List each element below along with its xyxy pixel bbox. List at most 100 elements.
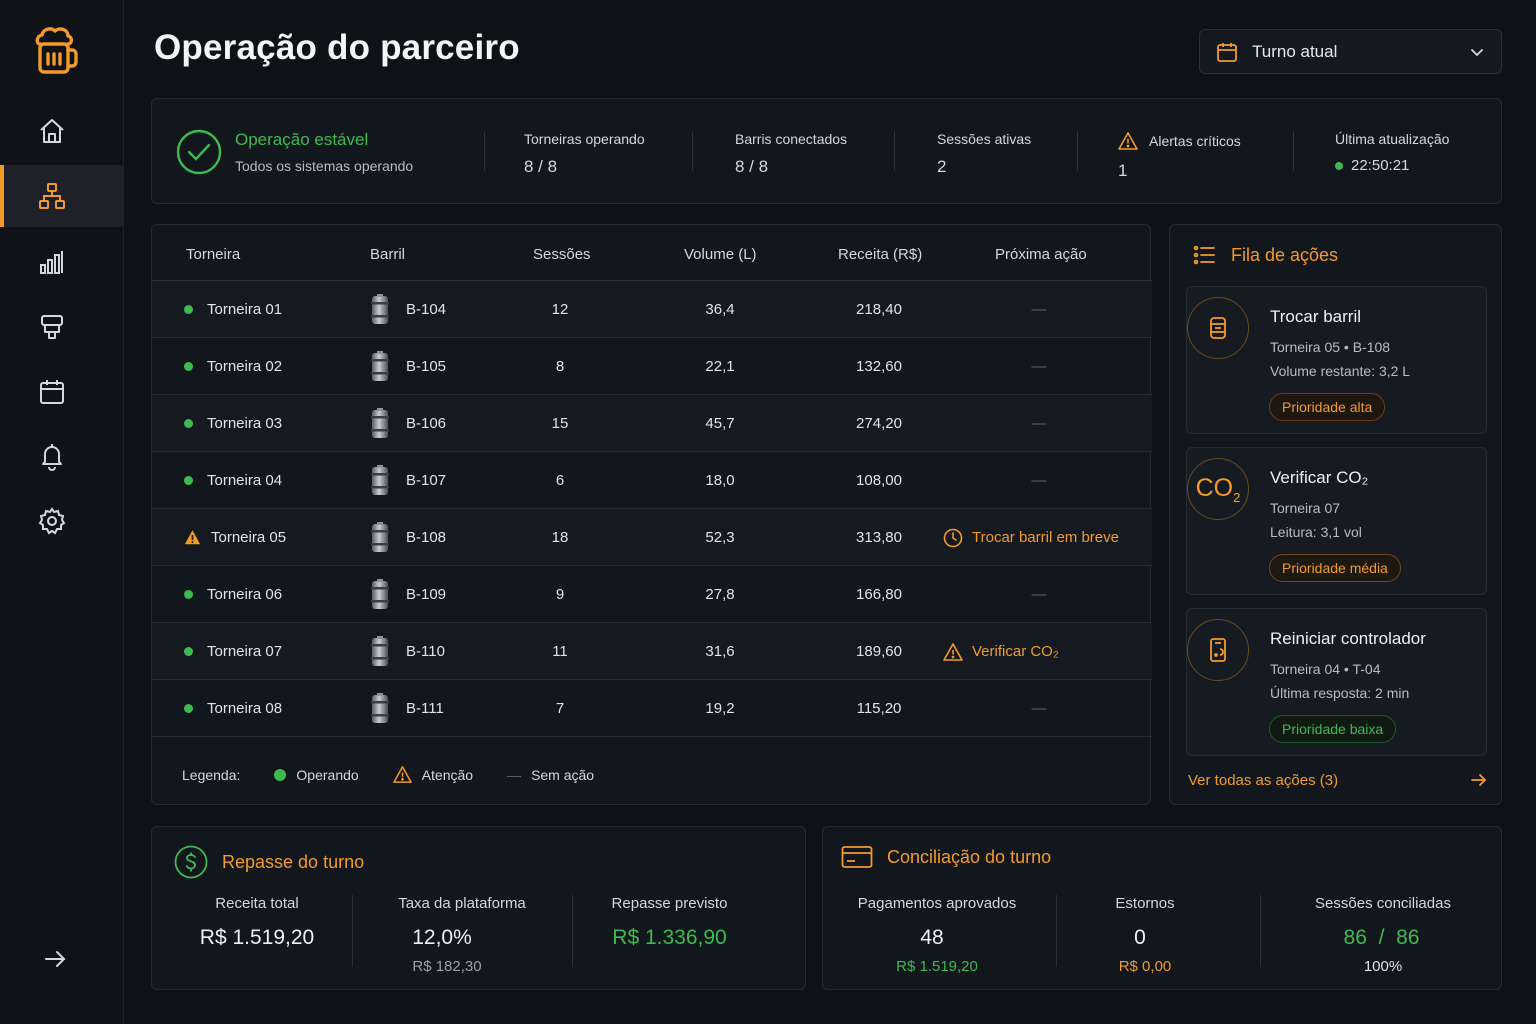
co2-icon-text: CO — [1195, 473, 1234, 502]
page-title: Operação do parceiro — [154, 28, 520, 67]
nav-home[interactable] — [0, 100, 124, 162]
divider — [1056, 895, 1057, 967]
metric-estornos: Estornos 0 R$ 0,00 — [1085, 895, 1205, 975]
stat-torneiras: Torneiras operando 8 / 8 — [524, 131, 645, 177]
metric-sub: 100% — [1363, 958, 1403, 975]
tap-name: Torneira 02 — [207, 358, 283, 375]
column-header[interactable]: Barril — [370, 246, 405, 263]
reconciliation-card: Conciliação do turno Pagamentos aprovado… — [822, 826, 1502, 990]
metric-sub: R$ 1.519,20 — [896, 958, 978, 975]
volume-cell: 19,2 — [705, 700, 735, 717]
legend-text: Operando — [296, 766, 359, 783]
status-bar: Operação estável Todos os sistemas opera… — [151, 98, 1502, 204]
list-icon — [1193, 245, 1215, 265]
nav-agenda[interactable] — [0, 361, 124, 423]
keg-icon — [1187, 297, 1249, 359]
table-row[interactable]: Torneira 04 B-107 6 18,0 108,00 — — [152, 452, 1152, 509]
next-action-cell[interactable]: Trocar barril em breve — [943, 509, 1119, 566]
queue-item-trocar-barril[interactable]: Trocar barril Torneira 05 • B-108 Volume… — [1186, 286, 1487, 434]
stat-alertas[interactable]: Alertas críticos 1 — [1118, 131, 1241, 181]
keg-icon — [371, 692, 389, 723]
table-row[interactable]: Torneira 07 B-110 11 31,6 189,60 Verificar CO… — [152, 623, 1152, 680]
sessions-cell: 11 — [552, 643, 568, 660]
volume-cell: 22,1 — [705, 358, 735, 375]
dollar-circle-icon — [174, 845, 208, 879]
queue-item-verificar-co2[interactable]: CO2 Verificar CO₂ Torneira 07 Leitura: 3… — [1186, 447, 1487, 595]
next-action-none: — — [1031, 358, 1047, 375]
column-header[interactable]: Torneira — [186, 246, 240, 263]
stat-label: Alertas críticos — [1149, 133, 1241, 149]
keg-icon — [371, 407, 389, 438]
revenue-cell: 108,00 — [856, 472, 902, 489]
status-dot-icon — [184, 590, 193, 599]
keg-icon — [371, 464, 389, 495]
clock-icon — [943, 528, 963, 547]
legend-text: Atenção — [421, 766, 474, 783]
revenue-cell: 189,60 — [856, 643, 902, 660]
sessions-cell: 8 — [555, 358, 565, 375]
revenue-cell: 218,40 — [856, 301, 902, 318]
queue-item-reiniciar-controlador[interactable]: Reiniciar controlador Torneira 04 • T-04… — [1186, 608, 1487, 756]
next-action-cell: — — [989, 452, 1089, 509]
nav-alertas[interactable] — [0, 425, 124, 487]
column-header[interactable]: Volume (L) — [684, 246, 757, 263]
nav-operacao[interactable] — [0, 165, 124, 227]
next-action-text: Verificar CO₂ — [972, 643, 1059, 660]
stat-atualizacao: Última atualização 22:50:21 — [1335, 131, 1449, 174]
status-dot-icon — [184, 476, 193, 485]
payout-title: Repasse do turno — [222, 851, 365, 872]
stat-value: 2 — [937, 157, 947, 176]
table-row[interactable]: Torneira 08 B-111 7 19,2 115,20 — — [152, 680, 1152, 737]
legend-label: Legenda: — [182, 766, 241, 783]
volume-cell: 52,3 — [705, 529, 735, 546]
next-action-cell[interactable]: Verificar CO₂ — [943, 623, 1059, 680]
metric-value: 0 — [1134, 926, 1146, 949]
network-icon — [39, 183, 65, 209]
table-row[interactable]: Torneira 06 B-109 9 27,8 166,80 — — [152, 566, 1152, 623]
shift-select-value: Turno atual — [1252, 41, 1338, 61]
next-action-cell: — — [989, 395, 1089, 452]
status-dot-icon — [184, 419, 193, 428]
metric-repasse-previsto: Repasse previsto R$ 1.336,90 — [592, 895, 747, 950]
home-icon — [40, 119, 64, 143]
queue-title: Fila de ações — [1231, 244, 1339, 265]
shift-select[interactable]: Turno atual — [1199, 29, 1502, 74]
stat-sessoes: Sessões ativas 2 — [937, 131, 1031, 177]
see-all-actions-link[interactable]: Ver todas as ações (3) — [1188, 771, 1488, 789]
keg-icon — [371, 293, 389, 324]
expand-sidebar-arrow-icon[interactable] — [40, 944, 70, 974]
sessions-cell: 9 — [555, 586, 565, 603]
keg-id: B-109 — [406, 586, 447, 603]
table-row[interactable]: Torneira 01 B-104 12 36,4 218,40 — — [152, 281, 1152, 338]
action-queue: Fila de ações Trocar barril Torneira 05 … — [1169, 224, 1502, 805]
table-row[interactable]: Torneira 03 B-106 15 45,7 274,20 — — [152, 395, 1152, 452]
nav-torneiras[interactable] — [0, 296, 124, 358]
payout-card: Repasse do turno Receita total R$ 1.519,… — [151, 826, 806, 990]
metric-label: Pagamentos aprovados — [857, 895, 1017, 912]
next-action-none: — — [1031, 415, 1047, 432]
column-header[interactable]: Sessões — [533, 246, 591, 263]
stat-value: 1 — [1118, 161, 1128, 180]
table-row[interactable]: Torneira 05 B-108 18 52,3 313,80 Trocar barri… — [152, 509, 1152, 566]
next-action-none: — — [1031, 472, 1047, 489]
tap-cell: Torneira 01 — [184, 281, 282, 338]
next-action-none: — — [1031, 586, 1047, 603]
table-row[interactable]: Torneira 02 B-105 8 22,1 132,60 — — [152, 338, 1152, 395]
keg-cell: B-109 — [370, 566, 446, 623]
nav-configuracoes[interactable] — [0, 490, 124, 552]
queue-item-title: Reiniciar controlador — [1270, 629, 1426, 648]
keg-id: B-105 — [406, 358, 447, 375]
column-header[interactable]: Próxima ação — [995, 246, 1087, 263]
revenue-cell: 166,80 — [856, 586, 902, 603]
next-action-text: Trocar barril em breve — [972, 529, 1119, 546]
tap-cell: Torneira 05 — [184, 509, 286, 566]
keg-id: B-106 — [406, 415, 447, 432]
nav-relatorios[interactable] — [0, 231, 124, 293]
column-header[interactable]: Receita (R$) — [838, 246, 922, 263]
revenue-cell: 274,20 — [856, 415, 902, 432]
co2-icon: CO2 — [1187, 458, 1249, 520]
metric-label: Taxa da plataforma — [398, 895, 526, 912]
divider — [692, 131, 693, 171]
tap-cell: Torneira 03 — [184, 395, 282, 452]
stat-label: Barris conectados — [735, 131, 848, 147]
